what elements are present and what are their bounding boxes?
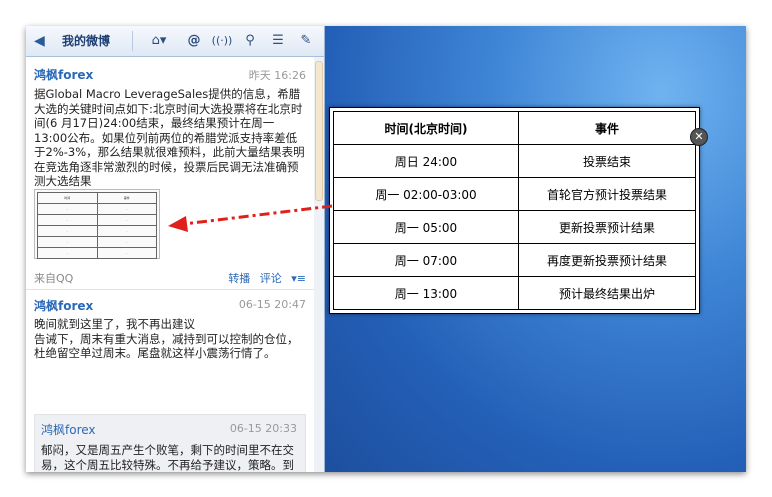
screen-frame: ◀ 我的微博 ⌂▾ @ ((·)) ⚲ ☰ ✎ 鸿枫forex 昨天 16:26…: [26, 26, 746, 472]
annotation-arrow-icon: [168, 204, 333, 232]
